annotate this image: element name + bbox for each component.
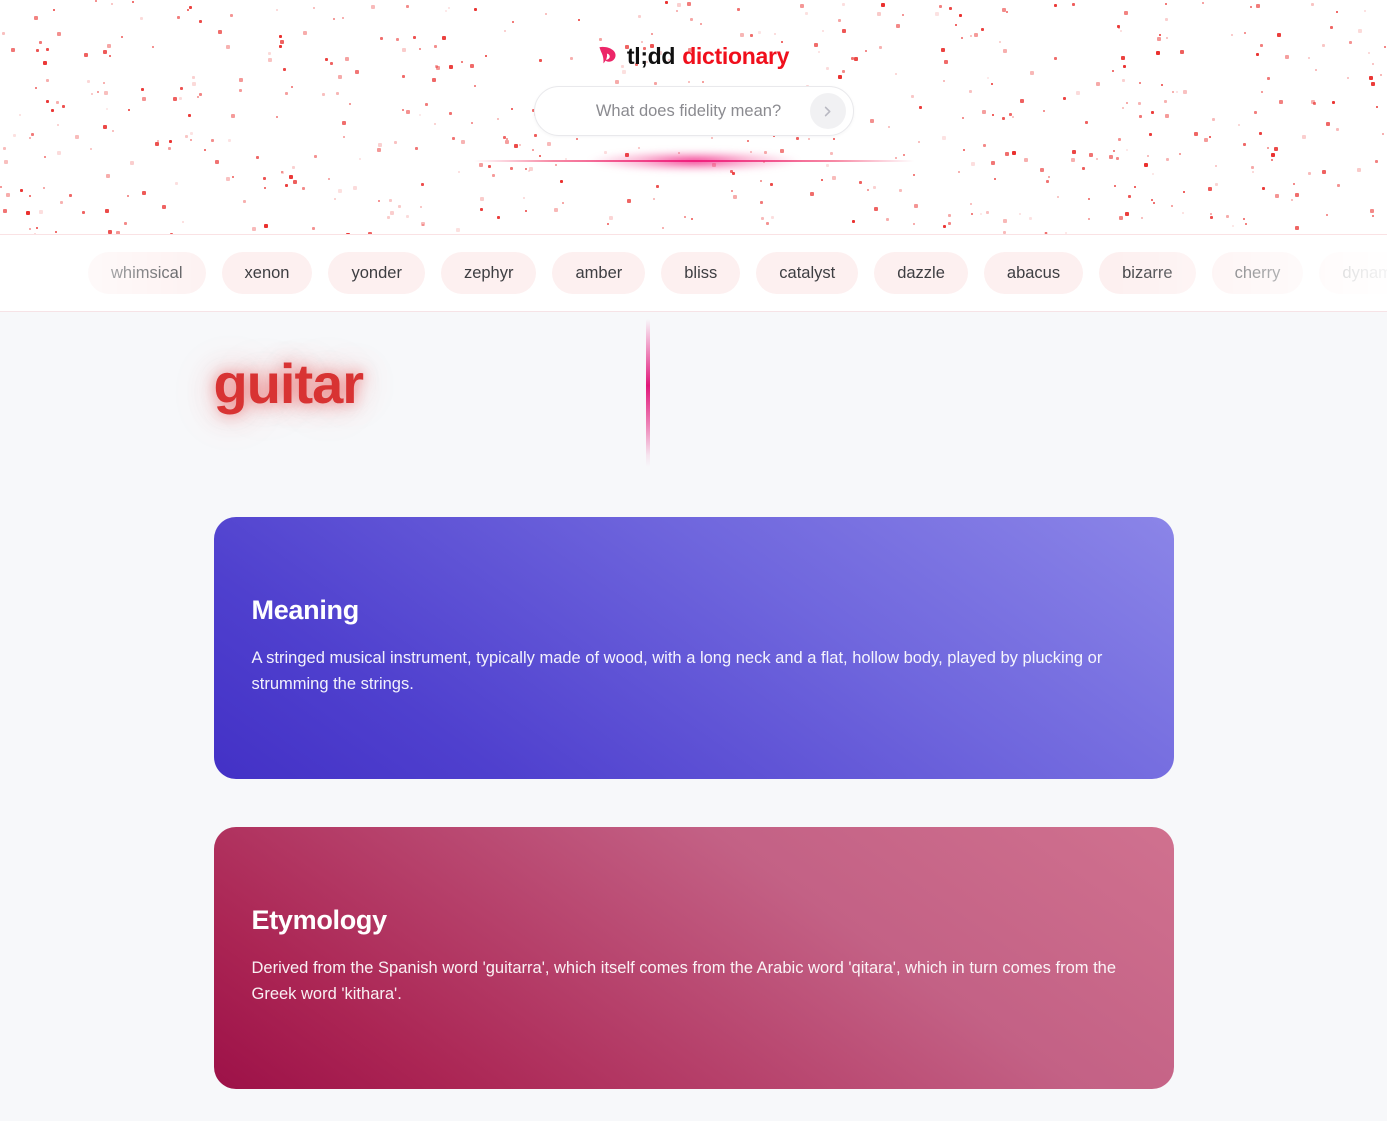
hero-content: tl;dd dictionary <box>0 0 1387 234</box>
brand-logo[interactable]: tl;dd dictionary <box>598 45 789 68</box>
suggested-word-chip[interactable]: yonder <box>328 252 425 294</box>
suggested-words-track: whimsical xenon yonder zephyr amber bliss cata… <box>0 235 1387 311</box>
typing-caret <box>645 319 650 467</box>
definition-card: Etymology Derived from the Spanish word '… <box>213 827 1174 1089</box>
search-bar[interactable] <box>533 86 854 136</box>
suggested-word-chip[interactable]: catalyst <box>756 252 859 294</box>
search-glow-underline <box>473 150 914 172</box>
chevron-right-icon <box>820 104 835 119</box>
brand-name-primary: tl;dd <box>626 43 676 69</box>
hero-header: tl;dd dictionary <box>0 0 1387 234</box>
brand-name-accent: dictionary <box>682 43 790 69</box>
search-submit-button[interactable] <box>809 93 846 129</box>
suggested-word-chip[interactable]: cherry <box>1211 252 1304 294</box>
entry-main: guitar Meaning A stringed musical instrum… <box>0 312 1387 1121</box>
definition-cards: Meaning A stringed musical instrument, ty… <box>213 517 1174 1089</box>
definition-card-body: Derived from the Spanish word 'guitarra'… <box>251 959 1117 1003</box>
word-heading-row: guitar <box>214 312 1174 517</box>
suggested-word-chip[interactable]: bliss <box>661 252 741 294</box>
suggested-word-chip[interactable]: bizarre <box>1099 252 1196 294</box>
definition-card: Meaning A stringed musical instrument, ty… <box>213 517 1174 779</box>
search-area <box>473 86 914 172</box>
definition-card-body: A stringed musical instrument, typically… <box>251 649 1103 693</box>
suggested-word-chip[interactable]: whimsical <box>88 252 206 294</box>
suggested-word-chip[interactable]: abacus <box>983 252 1084 294</box>
bird-icon <box>598 46 620 67</box>
suggested-words-strip[interactable]: whimsical xenon yonder zephyr amber bliss cata… <box>0 234 1387 312</box>
search-input[interactable] <box>556 101 847 121</box>
suggested-word-chip[interactable]: dazzle <box>874 252 968 294</box>
definition-card-title: Etymology <box>251 905 388 935</box>
suggested-word-chip[interactable]: amber <box>552 252 646 294</box>
page-title: guitar <box>213 352 365 415</box>
suggested-word-chip[interactable]: dynamic <box>1319 252 1387 294</box>
suggested-word-chip[interactable]: zephyr <box>440 252 537 294</box>
definition-card-title: Meaning <box>251 595 360 625</box>
suggested-word-chip[interactable]: xenon <box>221 252 313 294</box>
